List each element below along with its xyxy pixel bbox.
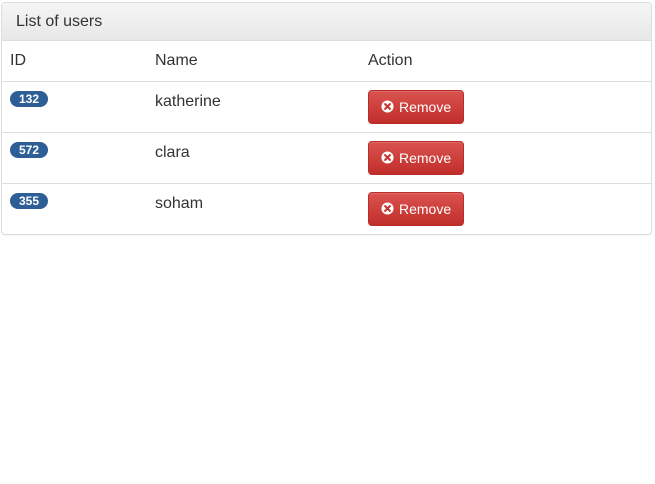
id-badge: 572 [10,141,48,158]
table-header-row: ID Name Action [2,41,651,82]
id-badge: 355 [10,192,48,209]
action-cell: Remove [360,81,651,132]
remove-button-label: Remove [399,98,452,115]
id-cell: 572 [2,131,147,183]
column-header-name: Name [147,41,360,82]
user-name: clara [155,143,190,161]
remove-circle-icon [381,100,394,113]
users-panel: List of users ID Name Action 132 katheri… [1,2,652,235]
table-row: 132 katherine Remove [2,81,651,132]
panel-title: List of users [2,3,651,41]
remove-button[interactable]: Remove [368,191,465,226]
column-header-action: Action [360,41,651,82]
table-row: 572 clara Remove [2,131,651,183]
id-cell: 132 [2,81,147,132]
remove-circle-icon [381,151,394,164]
name-cell: soham [147,182,360,234]
remove-button-label: Remove [399,200,452,217]
name-cell: katherine [147,81,360,132]
table-row: 355 soham Remove [2,182,651,234]
action-cell: Remove [360,131,651,183]
id-badge: 132 [10,90,48,107]
remove-button[interactable]: Remove [368,89,465,124]
user-name: soham [155,194,204,212]
column-header-id: ID [2,41,147,82]
remove-button[interactable]: Remove [368,140,465,175]
name-cell: clara [147,131,360,183]
remove-circle-icon [381,202,394,215]
user-name: katherine [155,92,221,110]
users-table: ID Name Action 132 katherine Remove 572 … [2,41,651,234]
remove-button-label: Remove [399,149,452,166]
id-cell: 355 [2,182,147,234]
action-cell: Remove [360,182,651,234]
